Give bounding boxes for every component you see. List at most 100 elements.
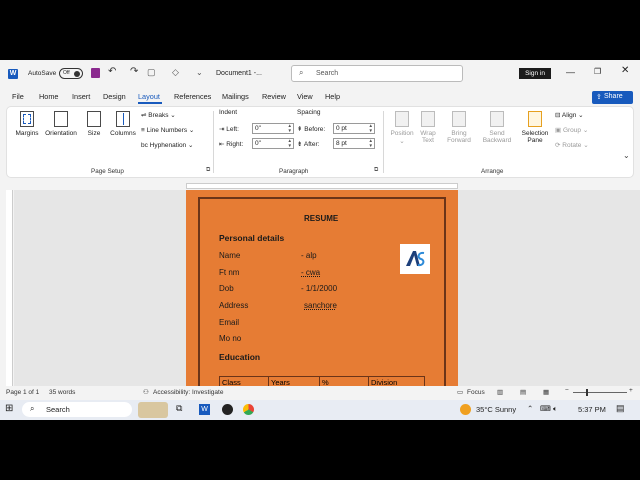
table-header-cell[interactable]: Years <box>268 376 320 386</box>
print-layout-icon[interactable]: ▤ <box>520 388 526 396</box>
page-setup-launcher-icon[interactable]: ⧉ <box>206 167 210 174</box>
highlight-icon[interactable]: ◇ <box>172 67 179 78</box>
table-header-cell[interactable]: Class <box>219 376 269 386</box>
field-value-name: - alp <box>301 251 317 260</box>
paragraph-launcher-icon[interactable]: ⧉ <box>374 167 378 174</box>
tab-insert[interactable]: Insert <box>72 92 90 101</box>
hyphenation-button[interactable]: bc Hyphenation ⌄ <box>141 141 193 149</box>
chrome-taskbar-icon[interactable] <box>243 404 254 415</box>
document-canvas[interactable]: RESUME Personal details Name - alp Ft nm… <box>14 190 640 386</box>
vertical-ruler[interactable] <box>6 190 13 386</box>
bring-forward-icon <box>452 111 466 127</box>
spacing-after-input[interactable]: 8 pt ▲ ▼ <box>333 138 375 149</box>
obs-taskbar-icon[interactable] <box>222 404 233 415</box>
tab-home[interactable]: Home <box>39 92 58 101</box>
sign-in-button[interactable]: Sign in <box>519 68 551 79</box>
taskbar-search-box[interactable]: ⌕ Search <box>22 402 132 417</box>
toggle-knob-icon <box>74 70 80 77</box>
tab-review[interactable]: Review <box>262 92 286 101</box>
selection-pane-button[interactable]: Selection Pane <box>519 111 551 144</box>
line-numbers-button[interactable]: ≡ Line Numbers ⌄ <box>141 126 194 134</box>
education-table[interactable]: Class Years % Division <box>219 376 425 386</box>
field-label-dob: Dob <box>219 284 234 293</box>
bring-forward-button[interactable]: Bring Forward <box>441 111 477 144</box>
close-icon[interactable]: ✕ <box>621 65 629 76</box>
spin-arrows-icon[interactable]: ▲ ▼ <box>369 123 373 133</box>
orientation-button[interactable]: Orientation <box>43 111 79 137</box>
align-button[interactable]: ⊟ Align ⌄ <box>555 111 584 119</box>
taskbar: ⊞ ⌕ Search ⧉ W 35°C Sunny ⌃ ⌨ 🔈︎ 5:37 PM… <box>0 400 640 420</box>
weather-text[interactable]: 35°C Sunny <box>476 405 516 414</box>
redo-icon[interactable]: ↷ <box>130 66 138 77</box>
group-button[interactable]: ▣ Group ⌄ <box>555 126 588 134</box>
horizontal-ruler[interactable] <box>186 183 458 189</box>
wrap-text-button[interactable]: Wrap Text <box>415 111 441 144</box>
columns-button[interactable]: Columns <box>108 111 138 137</box>
clock[interactable]: 5:37 PM <box>578 405 606 414</box>
page-count[interactable]: Page 1 of 1 <box>6 389 39 396</box>
spacing-after-label: ⇟ After: <box>297 140 319 148</box>
rotate-label: Rotate <box>562 142 582 149</box>
autosave-toggle[interactable]: Off <box>59 68 83 79</box>
document-page[interactable]: RESUME Personal details Name - alp Ft nm… <box>186 190 458 386</box>
field-label-mobile: Mo no <box>219 334 242 343</box>
share-button[interactable]: ⇪ Share <box>592 91 633 104</box>
tab-view[interactable]: View <box>297 92 313 101</box>
spin-arrows-icon[interactable]: ▲ ▼ <box>369 138 373 148</box>
task-view-icon[interactable]: ⧉ <box>176 403 182 414</box>
indent-right-input[interactable]: 0" ▲ ▼ <box>252 138 294 149</box>
taskbar-search-label: Search <box>46 405 70 414</box>
size-button[interactable]: Size <box>83 111 105 137</box>
indent-left-input[interactable]: 0" ▲ ▼ <box>252 123 294 134</box>
network-icon[interactable]: ⌨ <box>540 404 551 413</box>
rotate-button[interactable]: ⟳ Rotate ⌄ <box>555 141 589 149</box>
table-header-cell[interactable]: % <box>319 376 369 386</box>
tab-layout[interactable]: Layout <box>138 92 160 101</box>
minimize-icon[interactable]: — <box>566 67 575 77</box>
logo-image[interactable]: AS <box>400 244 430 274</box>
tab-mailings[interactable]: Mailings <box>222 92 249 101</box>
zoom-out-icon[interactable]: − <box>565 387 569 394</box>
position-icon <box>395 111 409 127</box>
system-tray-chevron-icon[interactable]: ⌃ <box>527 404 533 413</box>
read-mode-icon[interactable]: ▥ <box>497 388 503 396</box>
spin-arrows-icon[interactable]: ▲ ▼ <box>288 138 292 148</box>
word-taskbar-icon[interactable]: W <box>199 404 210 415</box>
restore-icon[interactable]: ❐ <box>594 67 601 76</box>
accessibility-status[interactable]: Accessibility: Investigate <box>153 389 223 396</box>
breaks-button[interactable]: ⇌ Breaks ⌄ <box>141 111 176 119</box>
send-backward-button[interactable]: Send Backward <box>477 111 517 144</box>
document-title[interactable]: Document1 -... <box>216 70 262 77</box>
tab-help[interactable]: Help <box>325 92 340 101</box>
undo-icon[interactable]: ↶ <box>108 66 116 77</box>
spin-arrows-icon[interactable]: ▲ ▼ <box>288 123 292 133</box>
margins-button[interactable]: Margins <box>13 111 41 137</box>
zoom-slider-thumb[interactable] <box>586 389 588 396</box>
table-header-cell[interactable]: Division <box>368 376 425 386</box>
zoom-in-icon[interactable]: + <box>629 387 633 394</box>
focus-button[interactable]: Focus <box>467 389 485 396</box>
spacing-before-input[interactable]: 0 pt ▲ ▼ <box>333 123 375 134</box>
indent-right-label: ⇤ Right: <box>219 140 243 148</box>
field-value-address: sanchore <box>304 301 337 310</box>
save-icon[interactable] <box>91 68 100 78</box>
collapse-ribbon-icon[interactable]: ⌄ <box>623 151 630 160</box>
notification-icon[interactable]: ▤ <box>616 403 625 414</box>
field-label-name: Name <box>219 251 241 260</box>
windows-start-icon[interactable]: ⊞ <box>5 403 13 414</box>
tab-references[interactable]: References <box>174 92 211 101</box>
field-value-father-name: - cwa <box>301 268 321 277</box>
format-painter-icon[interactable]: ▢ <box>147 67 156 78</box>
customize-toolbar-icon[interactable]: ⌄ <box>196 68 203 77</box>
tab-design[interactable]: Design <box>103 92 126 101</box>
word-count[interactable]: 35 words <box>49 389 75 396</box>
spacing-after-text: After: <box>303 141 320 148</box>
position-button[interactable]: Position ⌄ <box>387 111 417 145</box>
volume-icon[interactable]: 🔈︎ <box>553 404 558 414</box>
align-icon: ⊟ <box>555 112 562 119</box>
web-layout-icon[interactable]: ▦ <box>543 388 549 396</box>
search-input[interactable]: ⌕ Search <box>291 65 463 82</box>
resume-title: RESUME <box>304 214 339 223</box>
tab-file[interactable]: File <box>12 92 24 101</box>
zoom-slider[interactable] <box>573 392 627 393</box>
